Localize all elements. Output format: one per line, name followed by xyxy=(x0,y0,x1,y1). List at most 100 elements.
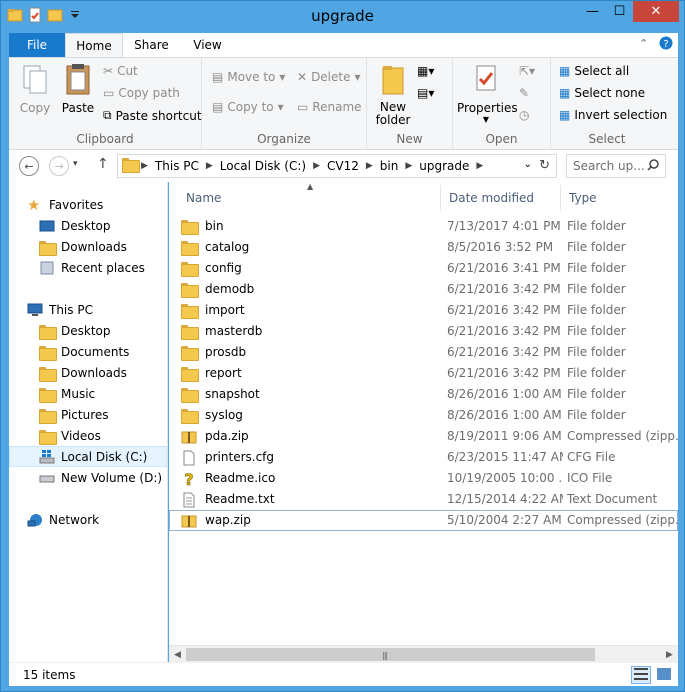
file-row[interactable]: import 6/21/2016 3:42 PM File folder xyxy=(169,300,678,321)
file-row[interactable]: wap.zip 5/10/2004 2:27 AM Compressed (zipp… xyxy=(169,510,678,531)
details-view-button[interactable] xyxy=(631,666,651,684)
clipboard-group-label: Clipboard xyxy=(76,132,134,146)
up-button[interactable]: ↑ xyxy=(97,156,109,172)
file-row[interactable]: pda.zip 8/19/2011 9:06 AM Compressed (zipp… xyxy=(169,426,678,447)
chevron-right-icon[interactable]: ▶ xyxy=(206,161,213,171)
scroll-thumb[interactable]: ||| xyxy=(186,648,595,661)
large-icons-view-button[interactable] xyxy=(654,666,674,684)
nav-this-pc-label: This PC xyxy=(49,302,93,317)
invert-selection-button[interactable]: ▦ Invert selection xyxy=(559,108,667,122)
minimize-ribbon-icon[interactable]: ⌃ xyxy=(639,37,648,50)
search-input[interactable]: Search up... xyxy=(566,154,666,178)
file-row[interactable]: Readme.txt 12/15/2014 4:22 AM Text Documen… xyxy=(169,489,678,510)
nav-pc-desktop[interactable]: Desktop xyxy=(39,320,111,341)
move-to-button[interactable]: ▤ Move to ▾ xyxy=(212,70,285,84)
nav-pc-documents[interactable]: Documents xyxy=(39,341,129,362)
nav-this-pc[interactable]: This PC xyxy=(27,299,93,320)
nav-favorites[interactable]: ★ Favorites xyxy=(27,194,103,215)
tab-home[interactable]: Home xyxy=(65,33,123,57)
breadcrumb-cv12[interactable]: CV12 xyxy=(327,159,359,173)
nav-network[interactable]: Network xyxy=(27,509,99,530)
properties-button[interactable]: Properties ▼ xyxy=(457,62,518,124)
horizontal-scrollbar[interactable]: ◀ ||| ▶ xyxy=(169,645,678,662)
file-name: printers.cfg xyxy=(205,450,275,464)
column-header-date[interactable]: Date modified xyxy=(441,185,561,211)
nav-item-label: Downloads xyxy=(61,239,127,254)
tab-share[interactable]: Share xyxy=(123,33,180,57)
nav-pc-downloads[interactable]: Downloads xyxy=(39,362,127,383)
file-row[interactable]: masterdb 6/21/2016 3:42 PM File folder xyxy=(169,321,678,342)
history-button[interactable]: ◷ xyxy=(519,108,529,122)
column-header-name[interactable]: Name xyxy=(178,185,441,211)
nav-fav-downloads[interactable]: Downloads xyxy=(39,236,127,257)
nav-pc-local-disk[interactable]: Local Disk (C:) xyxy=(9,446,167,467)
copy-path-button[interactable]: ▭ Copy path xyxy=(103,86,180,100)
nav-pc-new-volume[interactable]: New Volume (D:) xyxy=(39,467,162,488)
file-row[interactable]: syslog 8/26/2016 1:00 AM File folder xyxy=(169,405,678,426)
breadcrumb-upgrade[interactable]: upgrade xyxy=(419,159,469,173)
copy-to-button[interactable]: ▤ Copy to ▾ xyxy=(212,100,284,114)
forward-button[interactable]: → xyxy=(49,156,69,176)
select-all-button[interactable]: ▦ Select all xyxy=(559,64,629,78)
scroll-left-button[interactable]: ◀ xyxy=(169,646,186,663)
maximize-button[interactable]: ☐ xyxy=(606,1,633,22)
search-icon[interactable] xyxy=(647,158,659,174)
close-icon: ✕ xyxy=(650,4,662,19)
tab-view[interactable]: View xyxy=(180,33,235,57)
file-row[interactable]: config 6/21/2016 3:41 PM File folder xyxy=(169,258,678,279)
column-header-type[interactable]: Type xyxy=(561,185,678,211)
windows-drive-icon xyxy=(39,449,55,465)
nav-fav-desktop[interactable]: Desktop xyxy=(39,215,111,236)
chevron-right-icon[interactable]: ▶ xyxy=(366,161,373,171)
chevron-right-icon[interactable]: ▶ xyxy=(405,161,412,171)
delete-icon: ✕ xyxy=(297,70,308,84)
file-date: 6/21/2016 3:42 PM xyxy=(447,282,561,296)
help-icon: ? xyxy=(181,469,197,489)
rename-button[interactable]: ▭ Rename xyxy=(297,100,362,114)
nav-pc-music[interactable]: Music xyxy=(39,383,95,404)
nav-item-label: Recent places xyxy=(61,260,145,275)
breadcrumb-local-disk[interactable]: Local Disk (C:) xyxy=(220,159,306,173)
cut-button[interactable]: ✂ Cut xyxy=(103,64,138,78)
paste-button[interactable]: Paste xyxy=(59,62,97,115)
file-name-cell: masterdb xyxy=(181,321,441,342)
breadcrumb-this-pc[interactable]: This PC xyxy=(155,159,199,173)
file-row[interactable]: ? Readme.ico 10/19/2005 10:00 ... ICO File xyxy=(169,468,678,489)
recent-locations-dropdown[interactable]: ▾ xyxy=(73,159,78,169)
chevron-right-icon[interactable]: ▶ xyxy=(476,161,483,171)
file-row[interactable]: prosdb 6/21/2016 3:42 PM File folder xyxy=(169,342,678,363)
new-folder-button[interactable]: New folder xyxy=(373,62,413,127)
new-folder-icon xyxy=(373,62,413,99)
select-none-button[interactable]: ▦ Select none xyxy=(559,86,645,100)
file-row[interactable]: printers.cfg 6/23/2015 11:47 AM CFG File xyxy=(169,447,678,468)
breadcrumb-bin[interactable]: bin xyxy=(380,159,399,173)
paste-shortcut-button[interactable]: ⧉ Paste shortcut xyxy=(103,108,202,123)
open-button[interactable]: ⇱▾ xyxy=(519,64,535,78)
help-icon[interactable]: ? xyxy=(659,36,673,53)
edit-button[interactable]: ✎ xyxy=(519,86,529,100)
new-item-button[interactable]: ▦▾ xyxy=(417,64,434,78)
file-row[interactable]: bin 7/13/2017 4:01 PM File folder xyxy=(169,216,678,237)
file-row[interactable]: catalog 8/5/2016 3:52 PM File folder xyxy=(169,237,678,258)
minimize-button[interactable]: — xyxy=(579,1,606,22)
delete-button[interactable]: ✕ Delete ▾ xyxy=(297,70,361,84)
easy-access-button[interactable]: ▤▾ xyxy=(417,86,434,100)
nav-pc-pictures[interactable]: Pictures xyxy=(39,404,109,425)
tab-file[interactable]: File xyxy=(9,33,65,57)
address-dropdown-icon[interactable]: ⌄ xyxy=(524,159,532,170)
invert-selection-label: Invert selection xyxy=(574,108,668,122)
nav-pc-videos[interactable]: Videos xyxy=(39,425,101,446)
address-box[interactable]: ▶ This PC ▶ Local Disk (C:) ▶ CV12 ▶ bin… xyxy=(117,154,557,178)
file-name: wap.zip xyxy=(205,513,251,527)
chevron-right-icon[interactable]: ▶ xyxy=(313,161,320,171)
nav-fav-recent[interactable]: Recent places xyxy=(39,257,145,278)
file-row[interactable]: report 6/21/2016 3:42 PM File folder xyxy=(169,363,678,384)
refresh-icon[interactable]: ↻ xyxy=(539,158,550,173)
back-button[interactable]: ← xyxy=(19,156,39,176)
folder-icon xyxy=(181,408,199,424)
file-row[interactable]: snapshot 8/26/2016 1:00 AM File folder xyxy=(169,384,678,405)
close-button[interactable]: ✕ xyxy=(633,1,679,22)
copy-button[interactable]: Copy xyxy=(15,62,55,115)
scroll-right-button[interactable]: ▶ xyxy=(661,646,678,663)
file-row[interactable]: demodb 6/21/2016 3:42 PM File folder xyxy=(169,279,678,300)
